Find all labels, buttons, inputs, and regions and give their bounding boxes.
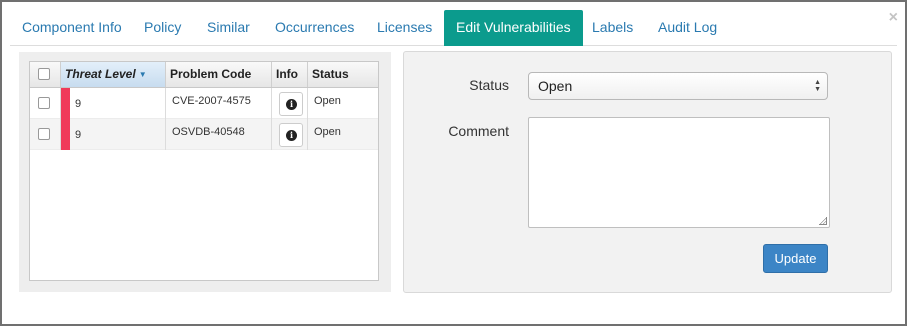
comment-label: Comment (448, 123, 509, 139)
select-arrows-icon: ▲ ▼ (814, 79, 821, 93)
vulnerability-list-panel: Threat Level ▼ Problem Code Info Status 9… (19, 52, 391, 292)
row-select-cell (30, 88, 61, 119)
tab-similar[interactable]: Similar (195, 10, 262, 46)
tab-occurrences[interactable]: Occurrences (263, 10, 366, 46)
info-button[interactable]: i (279, 123, 303, 147)
select-all-checkbox[interactable] (38, 68, 50, 80)
info-cell: i (272, 119, 308, 150)
status-select-value: Open (538, 78, 573, 94)
tab-labels[interactable]: Labels (580, 10, 645, 46)
tab-audit-log[interactable]: Audit Log (646, 10, 729, 46)
threat-level-cell: 9 (61, 119, 166, 150)
threat-level-cell: 9 (61, 88, 166, 119)
edit-vulnerability-form: Status Open ▲ ▼ Comment Update (403, 51, 892, 293)
sort-desc-icon: ▼ (138, 70, 147, 79)
vulnerability-dialog: × Component Info Policy Similar Occurren… (0, 0, 907, 326)
status-value: Open (314, 126, 341, 138)
threat-level-value: 9 (75, 98, 82, 110)
info-icon: i (286, 99, 297, 110)
select-all-cell (30, 62, 61, 87)
comment-textarea[interactable] (528, 117, 830, 228)
column-status[interactable]: Status (308, 62, 378, 87)
problem-code-value: OSVDB-40548 (172, 126, 245, 138)
status-cell: Open (308, 88, 378, 119)
grid-header: Threat Level ▼ Problem Code Info Status (30, 62, 378, 88)
table-row[interactable]: 9 OSVDB-40548 i Open (30, 119, 378, 150)
threat-level-bar (61, 119, 70, 150)
update-button[interactable]: Update (763, 244, 828, 273)
threat-level-value: 9 (75, 129, 82, 141)
vulnerability-grid: Threat Level ▼ Problem Code Info Status 9… (29, 61, 379, 281)
problem-code-value: CVE-2007-4575 (172, 95, 251, 107)
tab-bar: Component Info Policy Similar Occurrence… (10, 10, 897, 46)
column-info[interactable]: Info (272, 62, 308, 87)
tab-licenses[interactable]: Licenses (365, 10, 444, 46)
status-value: Open (314, 95, 341, 107)
column-threat-level[interactable]: Threat Level ▼ (61, 62, 166, 87)
problem-code-cell: OSVDB-40548 (166, 119, 272, 150)
table-row[interactable]: 9 CVE-2007-4575 i Open (30, 88, 378, 119)
row-checkbox[interactable] (38, 128, 50, 140)
threat-level-bar (61, 88, 70, 119)
resize-grip-icon[interactable] (819, 217, 827, 225)
status-cell: Open (308, 119, 378, 150)
info-cell: i (272, 88, 308, 119)
column-problem-code[interactable]: Problem Code (166, 62, 272, 87)
column-threat-level-label: Threat Level (65, 67, 136, 81)
row-checkbox[interactable] (38, 97, 50, 109)
tab-edit-vulnerabilities[interactable]: Edit Vulnerabilities (444, 10, 583, 46)
info-icon: i (286, 130, 297, 141)
status-label: Status (469, 77, 509, 93)
tab-policy[interactable]: Policy (132, 10, 193, 46)
tab-component-info[interactable]: Component Info (10, 10, 134, 46)
row-select-cell (30, 119, 61, 150)
status-select[interactable]: Open ▲ ▼ (528, 72, 828, 100)
info-button[interactable]: i (279, 92, 303, 116)
problem-code-cell: CVE-2007-4575 (166, 88, 272, 119)
